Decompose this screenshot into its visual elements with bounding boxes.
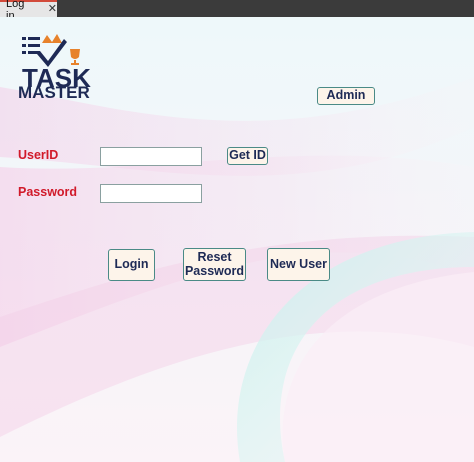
reset-password-label-line2: Password bbox=[184, 263, 245, 278]
password-input[interactable] bbox=[100, 184, 202, 203]
password-label: Password bbox=[18, 185, 78, 199]
logo-text-master: MASTER bbox=[18, 83, 90, 102]
userid-label: UserID bbox=[18, 148, 59, 162]
login-form-panel: TASK MASTER Admin UserID Get ID Password… bbox=[0, 17, 474, 462]
admin-button[interactable]: Admin bbox=[317, 87, 375, 105]
new-user-button[interactable]: New User bbox=[267, 248, 330, 281]
title-bar: Log in ✕ bbox=[0, 0, 474, 22]
login-button[interactable]: Login bbox=[108, 249, 155, 281]
tab-log-in[interactable]: Log in ✕ bbox=[0, 0, 57, 22]
reset-password-label-line1: Reset bbox=[197, 249, 232, 264]
userid-input[interactable] bbox=[100, 147, 202, 166]
get-id-button[interactable]: Get ID bbox=[227, 147, 268, 165]
close-icon[interactable]: ✕ bbox=[48, 4, 57, 15]
reset-password-button[interactable]: Reset Password bbox=[183, 248, 246, 281]
